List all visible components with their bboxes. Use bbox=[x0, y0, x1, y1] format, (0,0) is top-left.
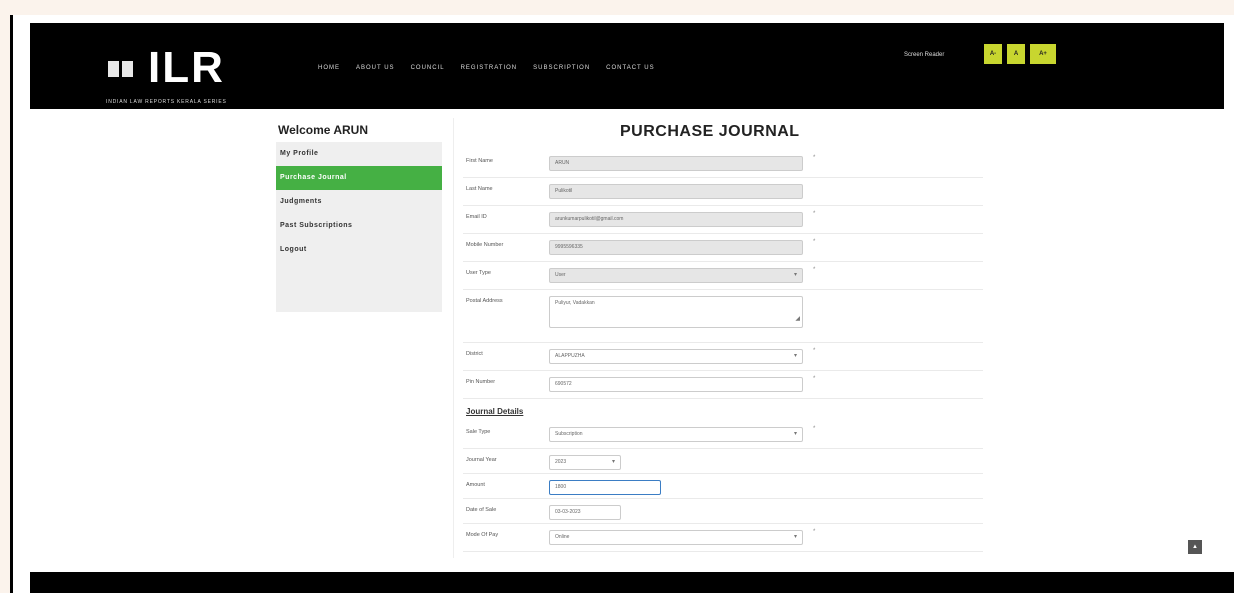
user-type-label: User Type bbox=[466, 270, 491, 276]
nav-about-us[interactable]: ABOUT US bbox=[356, 65, 395, 71]
email-field[interactable]: arunkumarpulikotil@gmail.com bbox=[549, 212, 803, 227]
nav-subscription[interactable]: SUBSCRIPTION bbox=[533, 65, 590, 71]
form-row-amount: Amount 1800 bbox=[463, 474, 983, 499]
email-label: Email ID bbox=[466, 214, 487, 220]
journal-year-value: 2023 bbox=[555, 459, 567, 465]
form-row-email: Email ID arunkumarpulikotil@gmail.com * bbox=[463, 206, 983, 234]
mobile-label: Mobile Number bbox=[466, 242, 504, 248]
form-row-last-name: Last Name Pulikotil bbox=[463, 178, 983, 206]
journal-year-select[interactable]: 2023 ▾ bbox=[549, 455, 621, 470]
screen-reader-link[interactable]: Screen Reader bbox=[904, 52, 944, 58]
journal-year-label: Journal Year bbox=[466, 457, 497, 463]
mode-of-pay-value: Online bbox=[555, 534, 570, 540]
journal-details-heading: Journal Details bbox=[466, 407, 524, 416]
chevron-down-icon: ▾ bbox=[793, 534, 797, 540]
chevron-down-icon: ▾ bbox=[611, 459, 615, 465]
user-type-value: User bbox=[555, 272, 566, 278]
form-row-district: District ALAPPUZHA ▾ * bbox=[463, 343, 983, 371]
chevron-down-icon: ▾ bbox=[793, 431, 797, 437]
postal-address-textarea[interactable]: Puliyur, Vadakkan ◢ bbox=[549, 296, 803, 328]
form-row-user-type: User Type User ▾ * bbox=[463, 262, 983, 290]
sidebar-item-my-profile[interactable]: My Profile bbox=[276, 142, 442, 166]
form-row-mobile: Mobile Number 9995596335 * bbox=[463, 234, 983, 262]
sidebar-item-past-subscriptions[interactable]: Past Subscriptions bbox=[276, 214, 442, 238]
page-title: PURCHASE JOURNAL bbox=[620, 123, 800, 140]
district-select[interactable]: ALAPPUZHA ▾ bbox=[549, 349, 803, 364]
sidebar-menu: My Profile Purchase Journal Judgments Pa… bbox=[276, 142, 442, 312]
nav-registration[interactable]: REGISTRATION bbox=[461, 65, 518, 71]
sale-type-label: Sale Type bbox=[466, 429, 491, 435]
form-row-journal-year: Journal Year 2023 ▾ bbox=[463, 449, 983, 474]
content-divider bbox=[453, 118, 454, 558]
required-mark: * bbox=[813, 348, 816, 354]
required-mark: * bbox=[813, 239, 816, 245]
date-of-sale-field[interactable]: 03-03-2023 bbox=[549, 505, 621, 520]
district-value: ALAPPUZHA bbox=[555, 353, 585, 359]
form-row-pin: Pin Number 690572 * bbox=[463, 371, 983, 399]
form-row-mode-of-pay: Mode Of Pay Online ▾ * bbox=[463, 524, 983, 552]
mobile-field[interactable]: 9995596335 bbox=[549, 240, 803, 255]
decrease-font-button[interactable]: A- bbox=[984, 44, 1002, 64]
first-name-field[interactable]: ARUN bbox=[549, 156, 803, 171]
scroll-to-top-icon[interactable]: ▲ bbox=[1188, 540, 1202, 554]
sidebar-item-purchase-journal[interactable]: Purchase Journal bbox=[276, 166, 442, 190]
date-of-sale-label: Date of Sale bbox=[466, 507, 497, 513]
welcome-message: Welcome ARUN bbox=[278, 123, 369, 137]
logo-subtitle: INDIAN LAW REPORTS KERALA SERIES bbox=[106, 99, 227, 105]
chevron-down-icon: ▾ bbox=[793, 353, 797, 359]
form-row-postal-address: Postal Address Puliyur, Vadakkan ◢ bbox=[463, 290, 983, 343]
required-mark: * bbox=[813, 376, 816, 382]
required-mark: * bbox=[813, 529, 816, 535]
pin-field[interactable]: 690572 bbox=[549, 377, 803, 392]
postal-address-label: Postal Address bbox=[466, 298, 503, 304]
site-logo[interactable]: ILR bbox=[148, 45, 225, 91]
postal-address-value: Puliyur, Vadakkan bbox=[555, 300, 595, 306]
sale-type-select[interactable]: Subscription ▾ bbox=[549, 427, 803, 442]
site-header: ILR INDIAN LAW REPORTS KERALA SERIES HOM… bbox=[30, 23, 1224, 109]
required-mark: * bbox=[813, 211, 816, 217]
nav-contact-us[interactable]: CONTACT US bbox=[606, 65, 654, 71]
required-mark: * bbox=[813, 426, 816, 432]
amount-field[interactable]: 1800 bbox=[549, 480, 661, 495]
sidebar-item-logout[interactable]: Logout bbox=[276, 238, 442, 262]
book-icon bbox=[108, 61, 134, 77]
purchase-journal-form: First Name ARUN * Last Name Pulikotil Em… bbox=[463, 150, 983, 552]
amount-label: Amount bbox=[466, 482, 485, 488]
nav-home[interactable]: HOME bbox=[318, 65, 340, 71]
mode-of-pay-label: Mode Of Pay bbox=[466, 532, 499, 538]
sidebar-item-judgments[interactable]: Judgments bbox=[276, 190, 442, 214]
main-nav: HOME ABOUT US COUNCIL REGISTRATION SUBSC… bbox=[318, 65, 655, 71]
user-type-select[interactable]: User ▾ bbox=[549, 268, 803, 283]
required-mark: * bbox=[813, 267, 816, 273]
last-name-field[interactable]: Pulikotil bbox=[549, 184, 803, 199]
increase-font-button[interactable]: A+ bbox=[1030, 44, 1056, 64]
required-mark: * bbox=[813, 155, 816, 161]
sale-type-value: Subscription bbox=[555, 431, 583, 437]
district-label: District bbox=[466, 351, 483, 357]
form-row-date-of-sale: Date of Sale 03-03-2023 bbox=[463, 499, 983, 524]
sidebar: Welcome ARUN My Profile Purchase Journal… bbox=[276, 123, 442, 312]
mode-of-pay-select[interactable]: Online ▾ bbox=[549, 530, 803, 545]
form-row-first-name: First Name ARUN * bbox=[463, 150, 983, 178]
chevron-down-icon: ▾ bbox=[793, 272, 797, 278]
site-footer bbox=[30, 572, 1234, 593]
first-name-label: First Name bbox=[466, 158, 493, 164]
pin-label: Pin Number bbox=[466, 379, 496, 385]
normal-font-button[interactable]: A bbox=[1007, 44, 1025, 64]
form-row-sale-type: Sale Type Subscription ▾ * bbox=[463, 421, 983, 449]
resize-handle-icon[interactable]: ◢ bbox=[795, 313, 800, 326]
last-name-label: Last Name bbox=[466, 186, 493, 192]
nav-council[interactable]: COUNCIL bbox=[411, 65, 445, 71]
